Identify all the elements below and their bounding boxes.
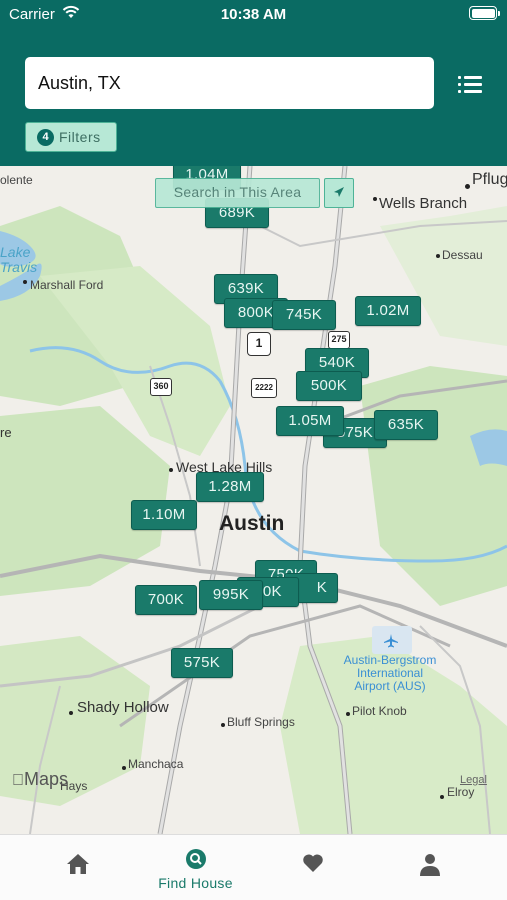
list-view-icon[interactable] [458,74,482,94]
town-dot [346,712,350,716]
filters-label: Filters [59,129,101,145]
town-dot [69,711,73,715]
search-this-area-button[interactable]: Search in This Area [155,178,320,208]
place-label: Pflug [472,171,507,188]
place-label: Manchaca [128,757,184,771]
place-label: Dessau [442,248,483,262]
highway-shield: 2222 [251,378,277,398]
heart-icon [302,854,323,872]
place-label: re [0,425,12,440]
tab-favorites[interactable] [249,835,376,900]
battery-icon [469,6,500,20]
place-label: Bluff Springs [227,715,295,729]
town-dot [436,254,440,258]
person-icon [419,854,440,876]
town-dot [122,766,126,770]
status-bar: Carrier 10:38 AM [0,0,507,30]
town-dot [373,197,377,201]
legal-link[interactable]: Legal [460,774,487,786]
tab-find-house[interactable]: Find House [132,835,259,900]
map-view[interactable]: olente Pflug Wells Branch Dessau Lake Tr… [0,166,507,834]
town-dot [169,468,173,472]
price-pin[interactable]: 635K [374,410,438,440]
price-pin[interactable]: 1.05M [276,406,344,436]
place-label: Marshall Ford [30,278,104,292]
clock: 10:38 AM [220,6,287,23]
highway-shield: 1 [247,332,271,356]
airport-icon [384,634,398,648]
tab-profile[interactable] [366,835,493,900]
location-arrow-icon [334,187,344,197]
search-input[interactable]: Austin, TX [25,57,434,109]
search-icon [185,849,206,869]
locate-me-button[interactable] [324,178,354,208]
tab-home[interactable] [14,835,141,900]
highway-shield: 360 [150,378,172,396]
price-pin[interactable]: 1.28M [196,472,264,502]
price-pin[interactable]: 1.02M [355,296,421,326]
price-pin[interactable]: 745K [272,300,336,330]
price-pin[interactable]: 1.10M [131,500,197,530]
water-label: Lake [0,244,31,260]
place-label: olente [0,173,33,187]
price-pin[interactable]: 575K [171,648,233,678]
airport-label: Airport (AUS) [354,679,426,693]
tab-bar: Find House [0,834,507,900]
town-dot [221,723,225,727]
town-dot [465,184,470,189]
price-pin[interactable]: 700K [135,585,197,615]
city-label-austin: Austin [219,512,285,535]
price-pin[interactable]: 500K [296,371,362,401]
town-dot [23,280,27,284]
water-label: Travis [0,259,38,275]
filter-count-badge: 4 [37,129,54,146]
place-label: Pilot Knob [352,704,407,718]
place-label: Shady Hollow [77,699,169,716]
price-pin[interactable]: 995K [199,580,263,610]
home-icon [66,854,89,874]
highway-shield: 275 [328,331,350,349]
town-dot [440,795,444,799]
place-label: Elroy [447,785,475,799]
apple-logo-icon:  [12,772,24,789]
maps-logo-text: Maps [12,769,68,789]
place-label: Wells Branch [379,195,468,212]
apple-maps-logo: Maps [12,769,68,790]
app-header: Carrier 10:38 AM Austin, TX 4 Filters [0,0,507,166]
tab-label-find-house: Find House [158,875,233,891]
filters-button[interactable]: 4 Filters [25,122,117,152]
